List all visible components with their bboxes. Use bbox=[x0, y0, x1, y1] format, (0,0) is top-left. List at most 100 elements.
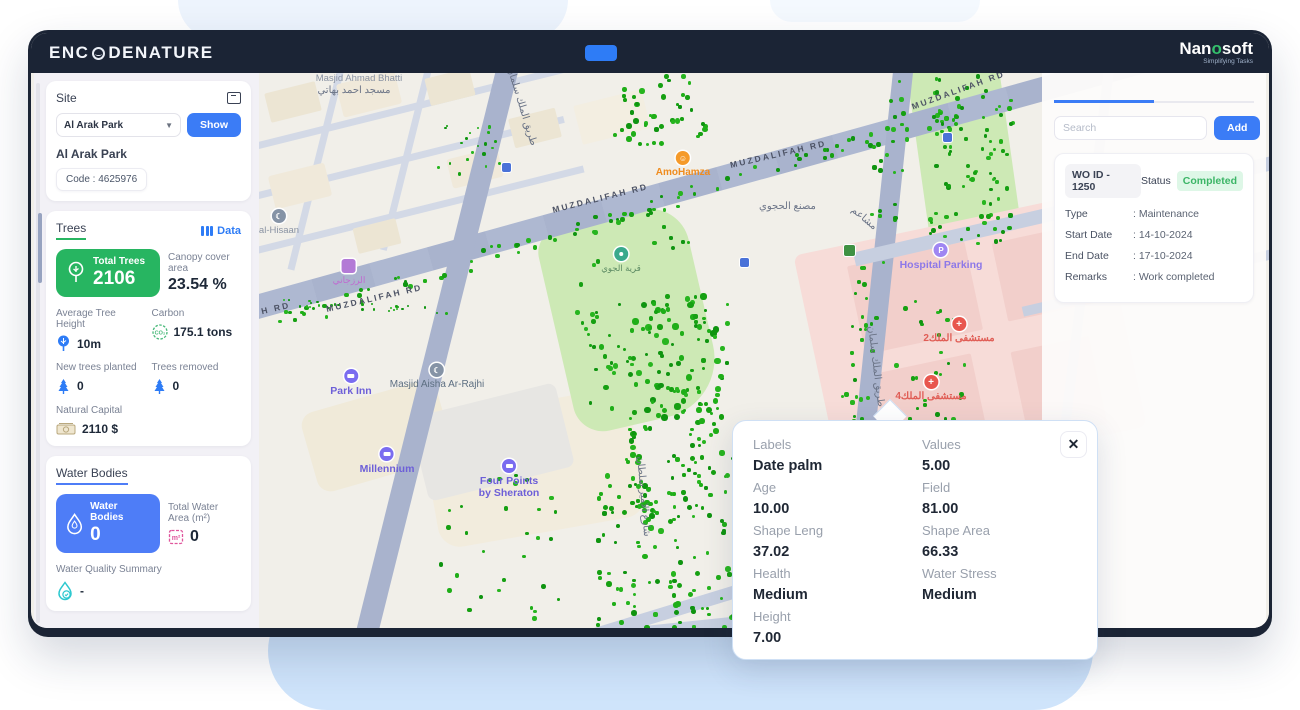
map-poi-icon: + bbox=[924, 375, 938, 389]
brand-tagline: Simplifying Tasks bbox=[1179, 59, 1253, 66]
carbon-label: Carbon bbox=[152, 308, 242, 319]
site-name: Al Arak Park bbox=[56, 147, 241, 161]
wo-status-label: Status bbox=[1141, 175, 1171, 187]
logo-text-left: ENC bbox=[49, 43, 89, 63]
nav-item[interactable] bbox=[533, 45, 577, 61]
area-m2-icon: m² bbox=[168, 529, 184, 545]
map-label: Park Inn bbox=[330, 369, 371, 397]
search-input[interactable] bbox=[1054, 116, 1207, 140]
water-card: Water Bodies Water Bodies 0 Total Water … bbox=[46, 456, 251, 611]
new-tree-icon bbox=[56, 378, 71, 394]
co2-icon: CO₂ bbox=[152, 324, 168, 340]
map-poi-icon bbox=[502, 459, 516, 473]
road-sign-icon bbox=[740, 258, 749, 267]
popup-right-column: Values 5.00 Field 81.00 Shape Area 66.33… bbox=[922, 435, 1091, 650]
avg-height-label: Average Tree Height bbox=[56, 308, 146, 330]
road-sign-icon bbox=[502, 163, 511, 172]
top-navbar: ENCDENATURE Nanosoft Simplifying Tasks bbox=[31, 33, 1269, 73]
map-label: Masjid Ahmad Bhatti bbox=[316, 73, 403, 84]
site-title: Site bbox=[56, 91, 77, 105]
water-area-label: Total Water Area (m²) bbox=[168, 502, 241, 524]
work-order-card[interactable]: WO ID - 1250 Status Completed Type : Mai… bbox=[1054, 153, 1254, 303]
map-building bbox=[573, 89, 651, 145]
wo-detail-row: End Date : 17-10-2024 bbox=[1065, 250, 1243, 262]
wo-detail-rows: Type : Maintenance Start Date : 14-10-20… bbox=[1065, 208, 1243, 283]
panel-tab[interactable] bbox=[1154, 83, 1254, 103]
add-button[interactable]: Add bbox=[1214, 116, 1260, 140]
popup-field: Shape Leng 37.02 bbox=[753, 521, 922, 563]
svg-text:CO₂: CO₂ bbox=[154, 331, 165, 337]
map-label: مصنع الحجوي bbox=[759, 201, 816, 212]
feature-popup: ✕ Labels Date palm Age 10.00 Shape Leng … bbox=[732, 420, 1098, 660]
map-building bbox=[264, 81, 322, 123]
encodenature-logo: ENC DENATURE bbox=[49, 43, 214, 63]
logo-text-right: DENATURE bbox=[108, 43, 213, 63]
money-icon bbox=[56, 422, 76, 436]
removed-tree-icon bbox=[152, 378, 167, 394]
popup-field: Height 7.00 bbox=[753, 607, 922, 649]
map-label: شارع الامير سلطان bbox=[634, 456, 652, 537]
map-poi-icon bbox=[342, 259, 356, 273]
map-building bbox=[268, 162, 333, 209]
popup-close-button[interactable]: ✕ bbox=[1060, 431, 1087, 458]
trees-data-button[interactable]: Data bbox=[201, 225, 241, 237]
planted-label: New trees planted bbox=[56, 362, 146, 373]
panel-collapse-icon[interactable] bbox=[227, 92, 241, 104]
popup-field: Labels Date palm bbox=[753, 435, 922, 477]
nav-item[interactable] bbox=[481, 45, 525, 61]
capital-value: 2110 $ bbox=[82, 422, 118, 436]
map-label: مسجد احمد بهاتي bbox=[317, 85, 390, 96]
road-sign-icon bbox=[943, 133, 952, 142]
map-poi-icon: + bbox=[952, 317, 966, 331]
map-poi-icon: P bbox=[934, 243, 948, 257]
map-poi-icon bbox=[614, 247, 628, 261]
wo-detail-row: Type : Maintenance bbox=[1065, 208, 1243, 220]
planted-value: 0 bbox=[77, 379, 84, 393]
capital-label: Natural Capital bbox=[56, 405, 241, 416]
map-poi-icon: ☾ bbox=[272, 209, 286, 223]
map-label: + مستشفى الملك4 bbox=[895, 375, 966, 402]
water-drop-icon bbox=[65, 512, 84, 536]
site-select[interactable]: Al Arak Park ▼ bbox=[56, 113, 181, 137]
map-poi-icon: ☺ bbox=[676, 151, 690, 165]
water-section-title: Water Bodies bbox=[56, 466, 128, 485]
water-bodies-tile: Water Bodies 0 bbox=[56, 494, 160, 553]
nav-item[interactable] bbox=[429, 45, 473, 61]
tree-icon-blue bbox=[56, 335, 71, 352]
popup-field: Field 81.00 bbox=[922, 478, 1091, 520]
water-tile-value: 0 bbox=[90, 524, 151, 546]
popup-left-column: Labels Date palm Age 10.00 Shape Leng 37… bbox=[753, 435, 922, 650]
water-quality-value: - bbox=[80, 584, 84, 598]
popup-field: Health Medium bbox=[753, 564, 922, 606]
trees-section-title: Trees bbox=[56, 221, 86, 240]
tree-icon bbox=[65, 261, 87, 285]
popup-field: Age 10.00 bbox=[753, 478, 922, 520]
total-trees-tile: Total Trees 2106 bbox=[56, 249, 160, 297]
canopy-label: Canopy cover area bbox=[168, 252, 241, 274]
map-poi-icon bbox=[380, 447, 394, 461]
popup-field: Water Stress Medium bbox=[922, 564, 1091, 606]
map-poi-icon: ☾ bbox=[430, 363, 444, 377]
nav-item[interactable] bbox=[677, 45, 721, 61]
columns-icon bbox=[201, 226, 213, 236]
road-sign-icon bbox=[844, 245, 855, 256]
show-button[interactable]: Show bbox=[187, 113, 241, 137]
site-code: Code : 4625976 bbox=[56, 168, 147, 191]
avg-height-value: 10m bbox=[77, 337, 101, 351]
svg-text:m²: m² bbox=[172, 535, 181, 542]
trees-card: Trees Data Total Trees 2106 bbox=[46, 211, 251, 446]
sidebar-scrollbar[interactable] bbox=[36, 83, 40, 623]
map-label: + مستشفى الملك2 bbox=[923, 317, 994, 344]
wo-id-pill: WO ID - 1250 bbox=[1065, 164, 1141, 198]
chevron-down-icon: ▼ bbox=[165, 121, 173, 130]
main-nav bbox=[429, 33, 721, 73]
wo-status-badge: Completed bbox=[1177, 171, 1243, 191]
popup-field: Shape Area 66.33 bbox=[922, 521, 1091, 563]
nav-item[interactable] bbox=[625, 45, 669, 61]
removed-value: 0 bbox=[173, 379, 180, 393]
nav-item[interactable] bbox=[585, 45, 617, 61]
site-card: Site Al Arak Park ▼ Show Al Arak Park Co… bbox=[46, 81, 251, 201]
panel-tab[interactable] bbox=[1054, 83, 1154, 103]
water-tile-label: Water Bodies bbox=[90, 501, 151, 523]
decor-blob-top-2 bbox=[770, 0, 980, 22]
